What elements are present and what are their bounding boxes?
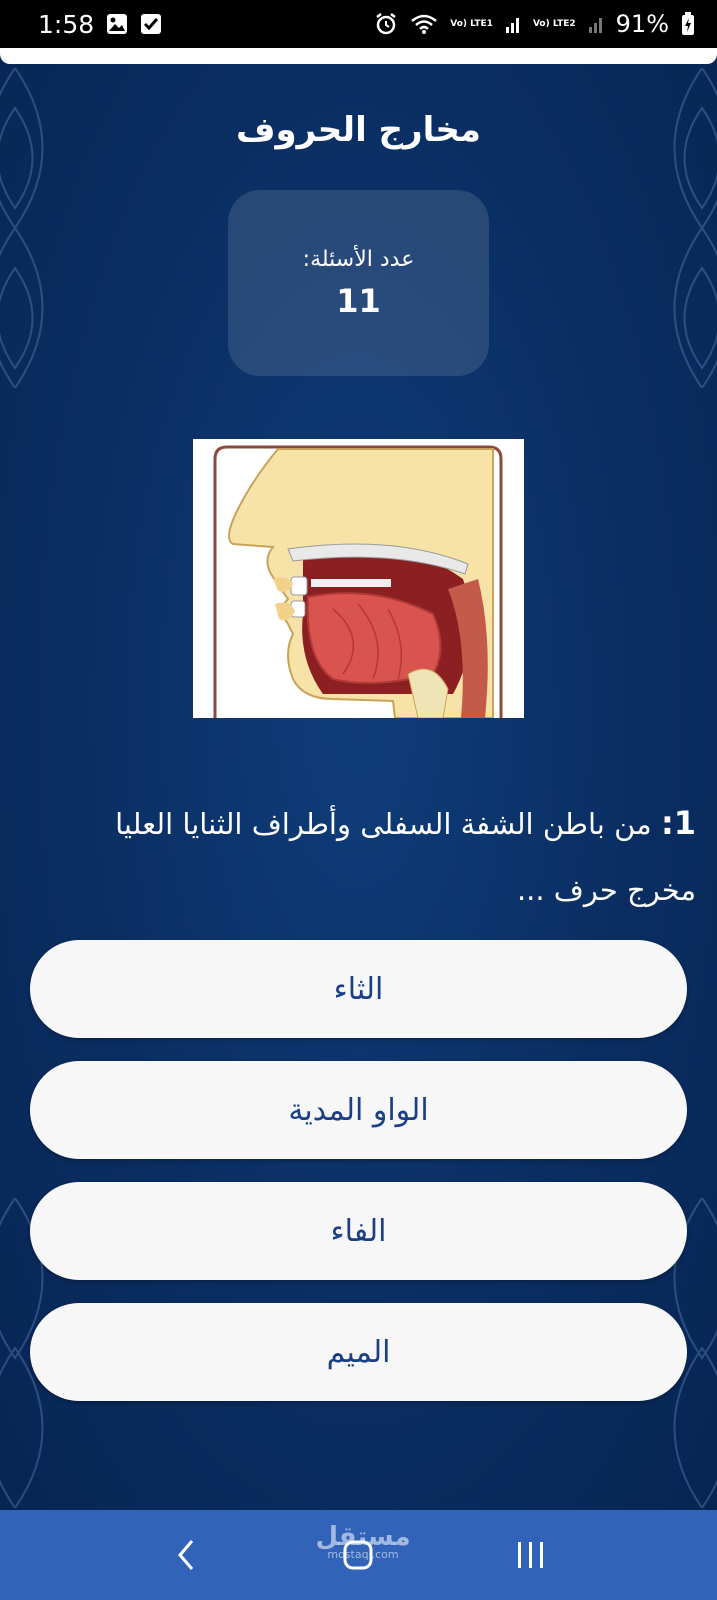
status-time: 1:58 <box>38 9 95 39</box>
mouth-anatomy-image <box>193 439 524 719</box>
mostaql-watermark: مستقل mostaql.com <box>308 1522 418 1561</box>
status-left: 1:58 <box>38 10 162 39</box>
answer-label: الفاء <box>330 1213 387 1249</box>
question-text: من باطن الشفة السفلى وأطراف الثنايا العل… <box>115 807 696 907</box>
recent-apps-button[interactable] <box>501 1525 561 1585</box>
question-count-value: 11 <box>336 281 381 320</box>
status-right: Vo) LTE1 Vo) LTE2 91% <box>374 10 695 38</box>
battery-percent: 91% <box>615 10 669 38</box>
battery-charging-icon <box>681 12 695 36</box>
top-strip <box>0 48 717 64</box>
signal-icon <box>505 15 521 33</box>
page-title: مخارج الحروف <box>236 110 481 150</box>
answer-label: الواو المدية <box>288 1092 429 1128</box>
answer-label: الميم <box>326 1334 391 1370</box>
question-count-card: عدد الأسئلة: 11 <box>228 190 489 376</box>
signal-icon <box>588 15 604 33</box>
question-text-block: 1: من باطن الشفة السفلى وأطراف الثنايا ا… <box>56 790 696 923</box>
answer-label: الثاء <box>333 971 384 1007</box>
answer-option-2[interactable]: الواو المدية <box>30 1061 687 1159</box>
alarm-icon <box>374 12 398 36</box>
question-number: 1: <box>660 804 696 842</box>
checkbox-notification-icon <box>140 13 162 35</box>
wifi-icon <box>410 13 438 35</box>
sim1-label: Vo) LTE1 <box>450 18 493 29</box>
answer-option-3[interactable]: الفاء <box>30 1182 687 1280</box>
sim2-label: Vo) LTE2 <box>532 18 576 29</box>
status-bar: 1:58 Vo) LTE1 Vo) LTE2 91% <box>0 0 717 48</box>
gallery-icon <box>106 13 128 35</box>
question-count-label: عدد الأسئلة: <box>302 246 415 272</box>
app-screen: مخارج الحروف عدد الأسئلة: 11 1: من باطن … <box>0 48 717 1510</box>
answer-option-4[interactable]: الميم <box>30 1303 687 1401</box>
answer-option-1[interactable]: الثاء <box>30 940 687 1038</box>
back-button[interactable] <box>156 1525 216 1585</box>
